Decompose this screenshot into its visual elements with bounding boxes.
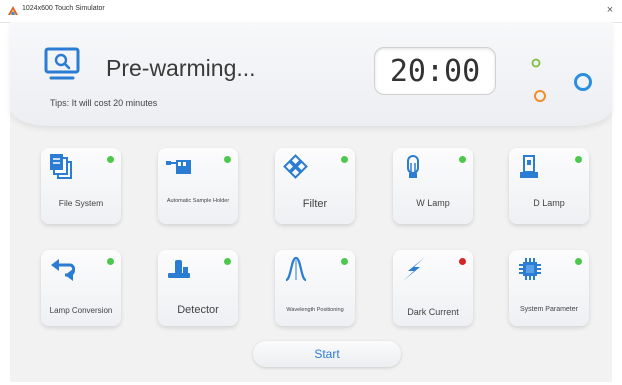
- tile-label: Wavelength Positioning: [286, 307, 344, 313]
- tile-label: Detector: [177, 304, 219, 316]
- tile-system-parameter[interactable]: System Parameter: [509, 250, 589, 326]
- status-dot: [341, 156, 348, 163]
- filter-diamond-icon: [283, 154, 308, 179]
- tile-detector[interactable]: Detector: [158, 250, 238, 326]
- status-dot: [107, 258, 114, 265]
- tile-lamp-conversion[interactable]: Lamp Conversion: [41, 250, 121, 326]
- tile-label: D Lamp: [533, 198, 565, 208]
- countdown-timer: 20:00: [374, 47, 496, 95]
- peak-curve-icon: [285, 256, 307, 282]
- d-lamp-icon: [520, 155, 538, 178]
- status-header: Pre-warming... Tips: It will cost 20 min…: [10, 22, 612, 126]
- status-dot: [459, 156, 466, 163]
- window-title: 1024x600 Touch Simulator: [22, 5, 105, 12]
- tile-label: System Parameter: [520, 306, 578, 313]
- tile-label: Dark Current: [407, 307, 459, 317]
- start-button[interactable]: Start: [253, 341, 401, 367]
- status-dot: [224, 258, 231, 265]
- tile-automatic-sample-holder[interactable]: Automatic Sample Holder: [158, 148, 238, 224]
- detector-icon: [168, 260, 190, 278]
- main-panel: Pre-warming... Tips: It will cost 20 min…: [10, 22, 612, 382]
- status-dot: [107, 156, 114, 163]
- tips-text: Tips: It will cost 20 minutes: [50, 98, 158, 108]
- tile-filter[interactable]: Filter: [275, 148, 355, 224]
- title-bar: 1024x600 Touch Simulator ×: [0, 0, 622, 23]
- tile-label: W Lamp: [416, 198, 450, 208]
- app-icon: [8, 6, 18, 15]
- status-title: Pre-warming...: [106, 55, 256, 81]
- monitor-search-icon: [44, 47, 80, 80]
- swap-arrows-icon: [51, 259, 75, 281]
- status-dot: [575, 156, 582, 163]
- tile-wavelength-positioning[interactable]: Wavelength Positioning: [275, 250, 355, 326]
- lightning-icon: [403, 257, 425, 281]
- tile-label: Automatic Sample Holder: [166, 198, 230, 204]
- tile-label: Filter: [302, 198, 328, 210]
- w-lamp-bulb-icon: [407, 155, 419, 178]
- chip-icon: [519, 258, 541, 280]
- tile-w-lamp[interactable]: W Lamp: [393, 148, 473, 224]
- tile-label: File System: [58, 198, 104, 208]
- sample-holder-icon: [166, 160, 191, 174]
- status-dot: [341, 258, 348, 265]
- close-button[interactable]: ×: [603, 3, 617, 17]
- tile-dark-current[interactable]: Dark Current: [393, 250, 473, 326]
- tile-file-system[interactable]: File System: [41, 148, 121, 224]
- tile-label: Lamp Conversion: [49, 306, 113, 315]
- status-dot: [459, 258, 466, 265]
- status-dot: [224, 156, 231, 163]
- decorative-circles-icon: [531, 58, 592, 102]
- status-dot: [575, 258, 582, 265]
- file-stack-icon: [50, 154, 72, 179]
- tile-d-lamp[interactable]: D Lamp: [509, 148, 589, 224]
